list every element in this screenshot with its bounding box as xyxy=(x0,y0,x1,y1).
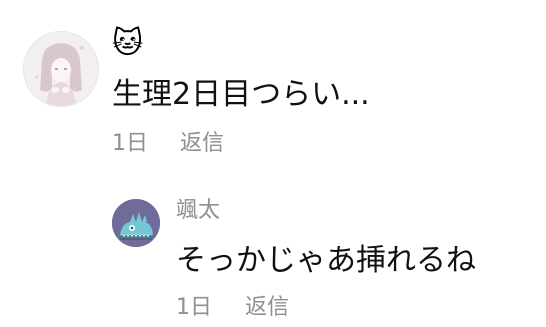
reply-button[interactable]: 返信 xyxy=(180,129,224,159)
comment-text: 生理2日目つらい... xyxy=(112,77,370,112)
comment-avatar[interactable] xyxy=(23,31,99,107)
reply-text: そっかじゃあ挿れるね xyxy=(176,243,476,278)
reply-author[interactable]: 颯太 xyxy=(176,196,220,226)
comment-author[interactable]: 🐱 xyxy=(112,26,143,62)
comment-timestamp: 1日 xyxy=(112,131,148,156)
anime-girl-avatar-icon xyxy=(24,32,98,106)
reply-avatar[interactable] xyxy=(112,199,160,247)
blue-creature-avatar-icon xyxy=(112,199,160,247)
reply-button[interactable]: 返信 xyxy=(245,293,289,323)
reply-timestamp: 1日 xyxy=(176,295,212,320)
